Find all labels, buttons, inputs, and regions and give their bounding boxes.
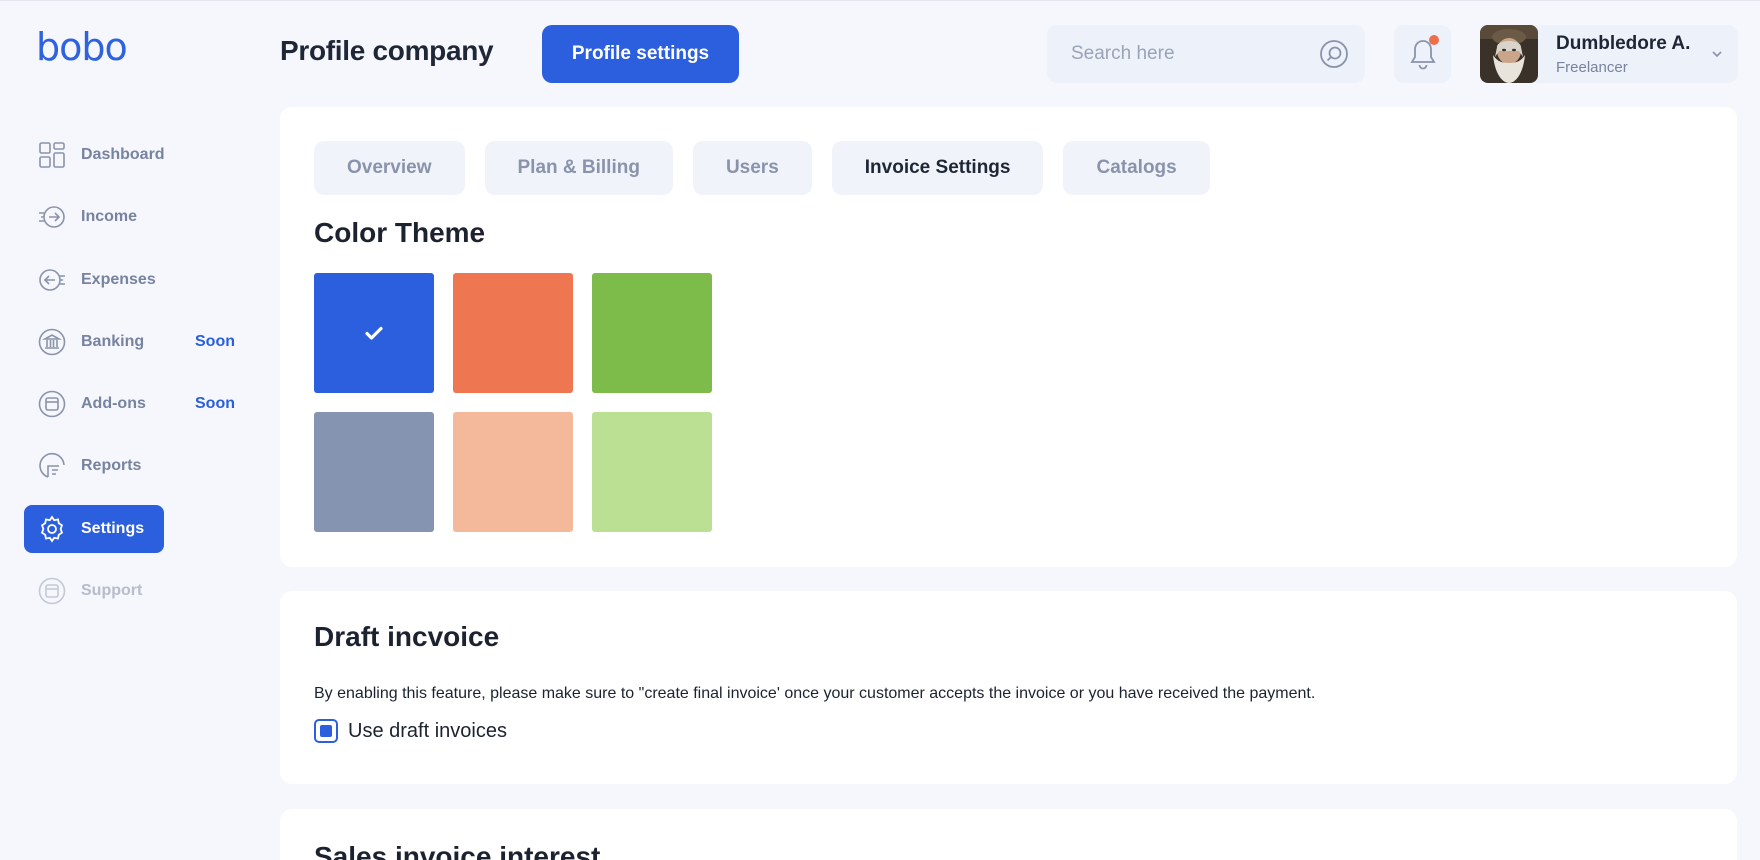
addons-icon	[38, 390, 66, 418]
avatar	[1480, 25, 1538, 83]
dashboard-icon	[38, 141, 66, 169]
checkmark-icon	[365, 326, 383, 340]
color-swatch-green[interactable]	[592, 273, 712, 393]
tab-catalogs[interactable]: Catalogs	[1063, 141, 1210, 195]
app-logo[interactable]: bobo	[36, 25, 128, 69]
chevron-down-icon	[1712, 51, 1722, 58]
notifications-button[interactable]	[1394, 25, 1451, 83]
sidebar-item-label: Support	[81, 582, 143, 600]
sidebar-item-expenses[interactable]: Expenses	[24, 256, 234, 304]
sidebar-item-label: Expenses	[81, 270, 156, 288]
checkbox-label: Use draft invoices	[348, 719, 507, 742]
color-swatch-slate[interactable]	[314, 412, 434, 532]
user-menu[interactable]: Dumbledore A. Freelancer	[1480, 25, 1738, 83]
sidebar-nav: Dashboard Income Expenses Banking Soon A…	[24, 131, 235, 629]
income-icon	[38, 203, 66, 231]
sidebar-item-label: Income	[81, 208, 138, 226]
sidebar: bobo Dashboard Income Expenses Banking S…	[0, 1, 250, 860]
sidebar-item-settings[interactable]: Settings	[24, 504, 164, 553]
sidebar-item-banking[interactable]: Banking Soon	[24, 318, 235, 366]
user-name: Dumbledore A.	[1556, 32, 1691, 54]
sidebar-item-support[interactable]: Support	[24, 567, 234, 615]
draft-invoice-card: Draft incvoice By enabling this feature,…	[280, 591, 1737, 784]
user-info: Dumbledore A. Freelancer	[1556, 33, 1710, 76]
sidebar-item-label: Add-ons	[81, 395, 146, 413]
invoice-settings-card: Overview Plan & Billing Users Invoice Se…	[280, 107, 1737, 567]
sidebar-item-dashboard[interactable]: Dashboard	[24, 131, 234, 179]
color-swatch-light-green[interactable]	[592, 412, 712, 532]
checkbox-checked-mark	[320, 725, 332, 737]
color-swatch-blue[interactable]	[314, 273, 434, 393]
color-theme-title: Color Theme	[314, 217, 486, 248]
page-title: Profile company	[280, 35, 494, 66]
color-swatch-orange[interactable]	[453, 273, 573, 393]
sidebar-item-income[interactable]: Income	[24, 193, 234, 241]
color-swatches	[314, 273, 712, 532]
bank-icon	[38, 328, 66, 356]
draft-invoice-description: By enabling this feature, please make su…	[314, 685, 1316, 702]
sales-invoice-interest-title: Sales invoice interest	[314, 841, 601, 860]
tab-overview[interactable]: Overview	[314, 141, 465, 195]
search-box	[1047, 25, 1365, 83]
sales-invoice-interest-card: Sales invoice interest	[280, 809, 1737, 860]
color-swatch-peach[interactable]	[453, 412, 573, 532]
sidebar-item-reports[interactable]: Reports	[24, 442, 234, 490]
use-draft-invoices-option[interactable]: Use draft invoices	[314, 719, 507, 743]
soon-badge: Soon	[195, 395, 235, 413]
user-role: Freelancer	[1556, 58, 1628, 76]
soon-badge: Soon	[195, 332, 235, 350]
profile-settings-button[interactable]: Profile settings	[542, 25, 739, 83]
search-input[interactable]	[1047, 43, 1319, 65]
sidebar-item-label: Settings	[81, 519, 145, 537]
support-icon	[38, 577, 66, 605]
tab-users[interactable]: Users	[692, 141, 812, 195]
expenses-icon	[38, 266, 66, 294]
use-draft-invoices-checkbox[interactable]	[314, 719, 338, 743]
sidebar-item-addons[interactable]: Add-ons Soon	[24, 380, 235, 428]
unread-indicator	[1429, 35, 1439, 45]
tab-plan-billing[interactable]: Plan & Billing	[484, 141, 673, 195]
tab-invoice-settings[interactable]: Invoice Settings	[831, 141, 1044, 195]
sidebar-item-label: Banking	[81, 332, 145, 350]
draft-invoice-title: Draft incvoice	[314, 621, 500, 652]
settings-tabs: Overview Plan & Billing Users Invoice Se…	[314, 141, 1210, 195]
search-icon[interactable]	[1319, 39, 1349, 69]
gear-icon	[38, 515, 66, 543]
reports-icon	[38, 452, 66, 480]
sidebar-item-label: Dashboard	[81, 146, 165, 163]
sidebar-item-label: Reports	[81, 457, 142, 475]
